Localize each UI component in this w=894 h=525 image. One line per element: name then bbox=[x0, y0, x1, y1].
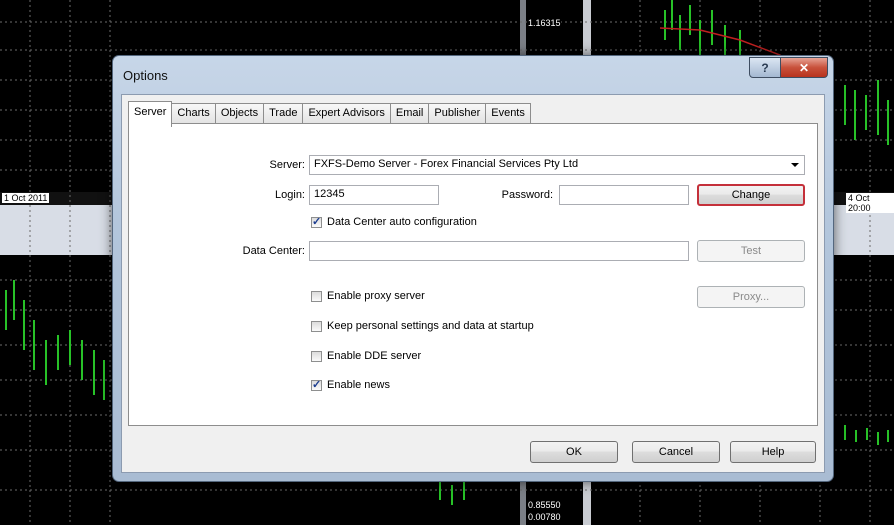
cancel-button[interactable]: Cancel bbox=[632, 441, 720, 463]
tab-publisher[interactable]: Publisher bbox=[428, 103, 487, 125]
tab-charts[interactable]: Charts bbox=[171, 103, 216, 125]
date-label-left: 1 Oct 2011 bbox=[2, 193, 50, 203]
password-label: Password: bbox=[501, 189, 553, 201]
keep-settings-checkbox[interactable] bbox=[311, 320, 322, 332]
server-combobox[interactable]: FXFS-Demo Server - Forex Financial Servi… bbox=[309, 155, 805, 175]
server-tab-panel: Server: FXFS-Demo Server - Forex Financi… bbox=[128, 123, 818, 426]
dde-checkbox-row[interactable]: Enable DDE server bbox=[311, 350, 421, 362]
test-button[interactable]: Test bbox=[697, 240, 805, 262]
password-input[interactable] bbox=[559, 185, 689, 205]
options-dialog: Options ? ✕ Server Charts Objects Trade … bbox=[112, 55, 834, 482]
help-button[interactable]: Help bbox=[730, 441, 816, 463]
chevron-down-icon[interactable] bbox=[791, 163, 799, 167]
server-label: Server: bbox=[269, 159, 305, 171]
proxy-checkbox[interactable] bbox=[311, 290, 322, 302]
keep-settings-label: Keep personal settings and data at start… bbox=[327, 320, 534, 332]
datacenter-input[interactable] bbox=[309, 241, 689, 261]
login-input[interactable]: 12345 bbox=[309, 185, 439, 205]
dde-label: Enable DDE server bbox=[327, 350, 422, 362]
proxy-checkbox-row[interactable]: Enable proxy server bbox=[311, 290, 425, 302]
server-value: FXFS-Demo Server - Forex Financial Servi… bbox=[314, 158, 579, 170]
tab-server[interactable]: Server bbox=[128, 101, 173, 127]
title-help-button[interactable]: ? bbox=[749, 57, 781, 78]
datacenter-label: Data Center: bbox=[242, 245, 305, 257]
date-label-right: 4 Oct 20:00 bbox=[846, 193, 894, 213]
ok-button[interactable]: OK bbox=[530, 441, 618, 463]
close-icon: ✕ bbox=[798, 60, 810, 75]
proxy-button[interactable]: Proxy... bbox=[697, 286, 805, 308]
close-button[interactable]: ✕ bbox=[780, 57, 828, 78]
datacenter-auto-checkbox[interactable] bbox=[311, 215, 322, 228]
price-label-top: 1.16315 bbox=[528, 18, 561, 28]
change-button[interactable]: Change bbox=[697, 184, 805, 206]
proxy-label: Enable proxy server bbox=[327, 290, 425, 302]
news-checkbox[interactable] bbox=[311, 378, 322, 391]
datacenter-auto-checkbox-row[interactable]: Data Center auto configuration bbox=[311, 215, 477, 228]
dialog-title: Options bbox=[123, 68, 168, 83]
news-label: Enable news bbox=[327, 379, 390, 391]
price-label-bottom: 0.85550 bbox=[528, 500, 561, 510]
tab-trade[interactable]: Trade bbox=[263, 103, 304, 125]
tab-email[interactable]: Email bbox=[389, 103, 430, 125]
news-checkbox-row[interactable]: Enable news bbox=[311, 378, 390, 391]
dde-checkbox[interactable] bbox=[311, 350, 322, 362]
datacenter-auto-label: Data Center auto configuration bbox=[327, 216, 477, 228]
price-label-bottom-2: 0.00780 bbox=[528, 512, 561, 522]
tab-strip: Server Charts Objects Trade Expert Advis… bbox=[128, 101, 531, 127]
tab-events[interactable]: Events bbox=[485, 103, 531, 125]
tab-objects[interactable]: Objects bbox=[214, 103, 265, 125]
keep-settings-checkbox-row[interactable]: Keep personal settings and data at start… bbox=[311, 320, 534, 332]
tab-expert-advisors[interactable]: Expert Advisors bbox=[302, 103, 391, 125]
dialog-client-area: Server Charts Objects Trade Expert Advis… bbox=[121, 94, 825, 473]
login-label: Login: bbox=[275, 189, 305, 201]
